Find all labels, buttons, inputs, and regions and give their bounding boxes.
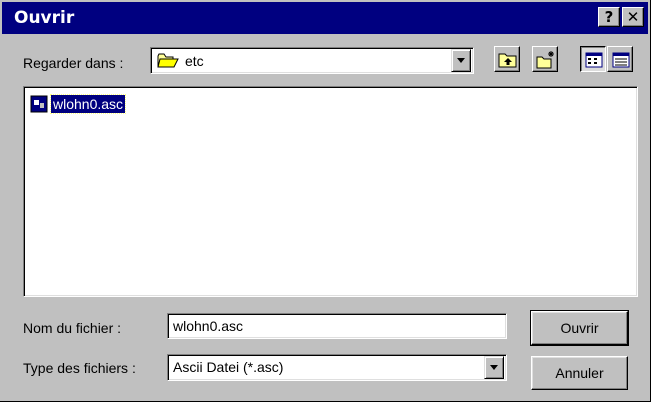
file-name-label: wlohn0.asc — [49, 94, 127, 114]
filename-label: Nom du fichier : — [23, 320, 122, 336]
close-button[interactable]: ✕ — [622, 7, 644, 27]
data-file-icon — [30, 95, 48, 118]
lookin-dropdown-arrow[interactable] — [451, 49, 471, 72]
open-button[interactable]: Ouvrir — [530, 310, 629, 346]
list-view-button[interactable] — [580, 46, 606, 72]
filetype-dropdown-arrow[interactable] — [484, 356, 504, 379]
filename-input[interactable]: wlohn0.asc — [167, 313, 507, 339]
window-title: Ouvrir — [14, 8, 75, 28]
filename-value: wlohn0.asc — [173, 318, 244, 334]
filetype-dropdown[interactable]: Ascii Datei (*.asc) — [167, 354, 507, 381]
help-button[interactable]: ? — [598, 7, 620, 27]
details-view-button[interactable] — [607, 46, 633, 72]
title-bar[interactable]: Ouvrir ? ✕ — [2, 2, 648, 34]
up-one-level-button[interactable] — [494, 46, 520, 72]
filetype-value: Ascii Datei (*.asc) — [173, 359, 284, 375]
filetype-label: Type des fichiers : — [23, 360, 136, 376]
lookin-label: Regarder dans : — [23, 55, 124, 71]
file-list-pane[interactable] — [23, 86, 638, 297]
open-file-dialog: Ouvrir ? ✕ Regarder dans : etc wlohn0.as… — [0, 0, 651, 402]
new-folder-button[interactable] — [532, 46, 558, 72]
lookin-dropdown[interactable]: etc — [150, 47, 474, 74]
lookin-value: etc — [185, 53, 204, 69]
cancel-button[interactable]: Annuler — [531, 356, 628, 390]
open-folder-icon — [157, 52, 179, 69]
